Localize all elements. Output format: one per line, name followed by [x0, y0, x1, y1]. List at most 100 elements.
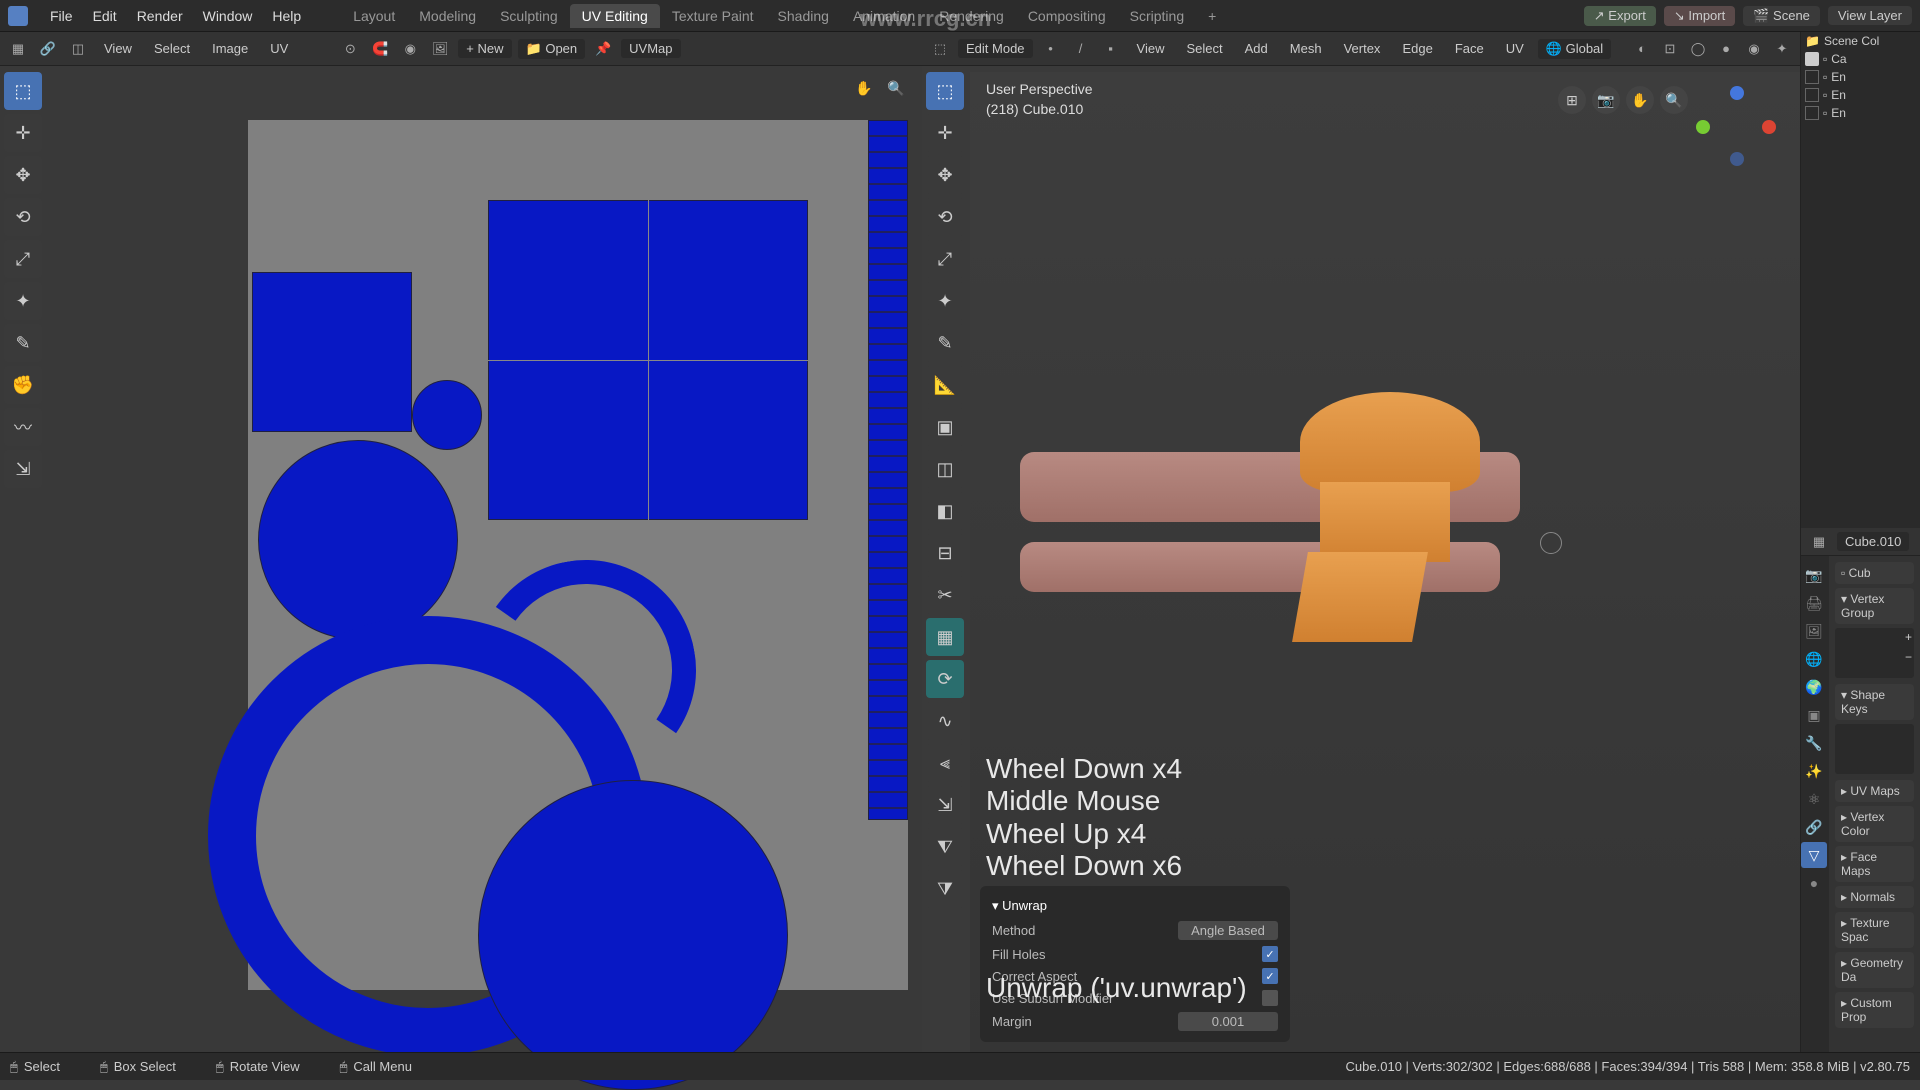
cursor-tool[interactable]: ✛ — [4, 114, 42, 152]
image-browse-icon[interactable]: 🖼 — [428, 37, 452, 61]
x-axis-icon[interactable] — [1762, 120, 1776, 134]
measure-tool[interactable]: 📐 — [926, 366, 964, 404]
constraint-tab-icon[interactable]: 🔗 — [1801, 814, 1827, 840]
rotate-tool-3d[interactable]: ⟲ — [926, 198, 964, 236]
pinch-tool[interactable]: ⇲ — [4, 450, 42, 488]
tab-animation[interactable]: Animation — [841, 4, 927, 28]
orientation-gizmo[interactable] — [1696, 86, 1776, 166]
bevel-tool[interactable]: ◧ — [926, 492, 964, 530]
viewlayer-selector[interactable]: View Layer — [1828, 6, 1912, 25]
uvmaps-section[interactable]: ▸ UV Maps — [1835, 780, 1914, 802]
tab-sculpting[interactable]: Sculpting — [488, 4, 570, 28]
face-select-icon[interactable]: ▪ — [1099, 37, 1123, 61]
vp-add-menu[interactable]: Add — [1237, 39, 1276, 58]
neg-z-icon[interactable] — [1730, 152, 1744, 166]
knife-tool[interactable]: ✂ — [926, 576, 964, 614]
new-image-button[interactable]: + New — [458, 39, 511, 58]
transform-tool[interactable]: ✦ — [4, 282, 42, 320]
menu-file[interactable]: File — [40, 8, 83, 24]
proportional-icon[interactable]: ◉ — [398, 37, 422, 61]
extrude-tool[interactable]: ▣ — [926, 408, 964, 446]
pan-icon[interactable]: ✋ — [1626, 86, 1654, 114]
vp-edge-menu[interactable]: Edge — [1394, 39, 1440, 58]
shading-rendered-icon[interactable]: ✦ — [1770, 37, 1794, 61]
y-axis-icon[interactable] — [1696, 120, 1710, 134]
transform-tool-3d[interactable]: ✦ — [926, 282, 964, 320]
pin-icon[interactable]: 📌 — [591, 37, 615, 61]
vp-select-menu[interactable]: Select — [1179, 39, 1231, 58]
viewport-canvas[interactable]: User Perspective (218) Cube.010 ⊞ 📷 ✋ 🔍 — [970, 72, 1800, 1052]
particle-tab-icon[interactable]: ✨ — [1801, 758, 1827, 784]
edge-slide-tool[interactable]: ⫷ — [926, 744, 964, 782]
outliner-item[interactable]: ▫ En — [1801, 104, 1920, 122]
grid-icon[interactable]: ⊞ — [1558, 86, 1586, 114]
tab-modeling[interactable]: Modeling — [407, 4, 488, 28]
zoom-icon[interactable]: 🔍 — [884, 76, 908, 100]
customprop-section[interactable]: ▸ Custom Prop — [1835, 992, 1914, 1028]
annotate-tool-3d[interactable]: ✎ — [926, 324, 964, 362]
move-tool-3d[interactable]: ✥ — [926, 156, 964, 194]
fillholes-checkbox[interactable]: ✓ — [1262, 946, 1278, 962]
material-tab-icon[interactable]: ● — [1801, 870, 1827, 896]
orientation-selector[interactable]: 🌐 Global — [1538, 39, 1611, 59]
tab-scripting[interactable]: Scripting — [1118, 4, 1196, 28]
loopcut-tool[interactable]: ⊟ — [926, 534, 964, 572]
outliner-item[interactable]: ▫ En — [1801, 86, 1920, 104]
active-object-field[interactable]: Cube.010 — [1837, 532, 1909, 551]
vp-view-menu[interactable]: View — [1129, 39, 1173, 58]
vcolor-section[interactable]: ▸ Vertex Color — [1835, 806, 1914, 842]
app-logo-icon[interactable] — [8, 6, 28, 26]
object-tab-icon[interactable]: ▣ — [1801, 702, 1827, 728]
uv-view-menu[interactable]: View — [96, 39, 140, 58]
editor-type-3d-icon[interactable]: ⬚ — [928, 37, 952, 61]
select-tool[interactable]: ⬚ — [926, 72, 964, 110]
tab-texture-paint[interactable]: Texture Paint — [660, 4, 766, 28]
scale-tool[interactable]: ⤢ — [4, 240, 42, 278]
editor-type-icon[interactable]: ▦ — [6, 37, 30, 61]
xray-icon[interactable]: ⊡ — [1658, 37, 1682, 61]
export-button[interactable]: ↗ Export — [1584, 6, 1656, 26]
scale-tool-3d[interactable]: ⤢ — [926, 240, 964, 278]
subsurf-checkbox[interactable] — [1262, 990, 1278, 1006]
vertex-select-icon[interactable]: • — [1039, 37, 1063, 61]
smooth-tool[interactable]: ∿ — [926, 702, 964, 740]
method-dropdown[interactable]: Angle Based — [1178, 921, 1278, 940]
margin-field[interactable]: 0.001 — [1178, 1012, 1278, 1031]
shear-tool[interactable]: ⧨ — [926, 828, 964, 866]
outliner-item[interactable]: ▫ En — [1801, 68, 1920, 86]
mode-selector[interactable]: Edit Mode — [958, 39, 1033, 58]
tab-add[interactable]: + — [1196, 4, 1228, 28]
properties-panel[interactable]: ▫ Cub ▾ Vertex Group +− ▾ Shape Keys ▸ U… — [1829, 556, 1920, 1052]
object-name-field[interactable]: ▫ Cub — [1835, 562, 1914, 584]
tab-rendering[interactable]: Rendering — [927, 4, 1016, 28]
open-image-button[interactable]: 📁 Open — [518, 39, 586, 59]
import-button[interactable]: ↘ Import — [1664, 6, 1735, 26]
pan-icon[interactable]: ✋ — [852, 76, 876, 100]
z-axis-icon[interactable] — [1730, 86, 1744, 100]
snap-icon[interactable]: 🧲 — [368, 37, 392, 61]
uv-select-menu[interactable]: Select — [146, 39, 198, 58]
cursor-tool-3d[interactable]: ✛ — [926, 114, 964, 152]
uv-canvas[interactable] — [48, 72, 922, 1052]
overlay-toggle-icon[interactable]: ◐ — [1630, 37, 1654, 61]
normals-section[interactable]: ▸ Normals — [1835, 886, 1914, 908]
select-mode-icon[interactable]: ◫ — [66, 37, 90, 61]
vp-face-menu[interactable]: Face — [1447, 39, 1492, 58]
vp-vertex-menu[interactable]: Vertex — [1336, 39, 1389, 58]
operator-title[interactable]: ▾ Unwrap — [992, 894, 1278, 918]
inset-tool[interactable]: ◫ — [926, 450, 964, 488]
camera-icon[interactable]: 📷 — [1592, 86, 1620, 114]
move-tool[interactable]: ✥ — [4, 156, 42, 194]
world-tab-icon[interactable]: 🌍 — [1801, 674, 1827, 700]
menu-help[interactable]: Help — [262, 8, 311, 24]
aspect-checkbox[interactable]: ✓ — [1262, 968, 1278, 984]
outliner-item[interactable]: ▫ Ca — [1801, 50, 1920, 68]
menu-edit[interactable]: Edit — [83, 8, 127, 24]
shading-wireframe-icon[interactable]: ◯ — [1686, 37, 1710, 61]
rip-tool[interactable]: ⧩ — [926, 870, 964, 908]
annotate-tool[interactable]: ✎ — [4, 324, 42, 362]
output-tab-icon[interactable]: 🖨 — [1801, 590, 1827, 616]
outliner-scene-row[interactable]: 📁 Scene Col — [1801, 32, 1920, 50]
render-tab-icon[interactable]: 📷 — [1801, 562, 1827, 588]
tab-layout[interactable]: Layout — [341, 4, 407, 28]
